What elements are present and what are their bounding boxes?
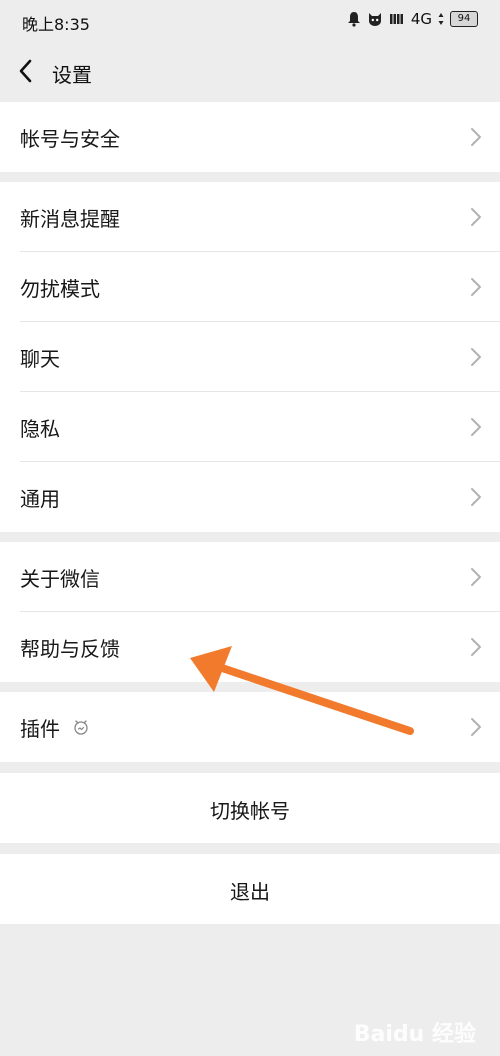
chevron-right-icon (471, 568, 481, 586)
status-time: 晚上8:35 (22, 15, 90, 34)
settings-item-label: 通用 (20, 487, 60, 511)
chevron-right-icon (471, 278, 481, 296)
network-type: 4G (410, 10, 432, 28)
chevron-left-icon[interactable] (14, 57, 36, 85)
settings-item-label: 关于微信 (20, 567, 100, 591)
settings-item-help-feedback[interactable]: 帮助与反馈 (0, 612, 500, 682)
chevron-right-icon (471, 718, 481, 736)
settings-item-label: 勿扰模式 (20, 277, 100, 301)
watermark-text: Baidu 经验 (353, 1022, 476, 1047)
settings-item-plugins[interactable]: 插件 (0, 692, 500, 762)
settings-item-general[interactable]: 通用 (0, 462, 500, 532)
settings-group-general: 新消息提醒 勿扰模式 聊天 隐私 通用 (0, 182, 500, 532)
settings-item-label: 隐私 (20, 417, 60, 441)
settings-item-label: 新消息提醒 (20, 207, 120, 231)
chevron-right-icon (471, 418, 481, 436)
settings-item-new-message-alerts[interactable]: 新消息提醒 (0, 182, 500, 252)
chevron-right-icon (471, 128, 481, 146)
settings-group-plugins: 插件 (0, 692, 500, 762)
data-arrows-icon (438, 13, 444, 25)
settings-group-about: 关于微信 帮助与反馈 (0, 542, 500, 682)
status-icons: 4G 94 (347, 10, 478, 28)
settings-item-label: 帐号与安全 (20, 127, 120, 151)
logout-label: 退出 (230, 880, 270, 904)
chevron-right-icon (471, 488, 481, 506)
switch-account-label: 切换帐号 (210, 799, 290, 823)
settings-item-label: 帮助与反馈 (20, 637, 120, 661)
switch-account-button[interactable]: 切换帐号 (0, 773, 500, 843)
chevron-right-icon (471, 638, 481, 656)
settings-item-chat[interactable]: 聊天 (0, 322, 500, 392)
status-bar: 晚上8:35 4G 94 (0, 0, 500, 44)
notification-bell-icon (347, 12, 360, 27)
settings-item-account-security[interactable]: 帐号与安全 (0, 102, 500, 172)
cat-icon (368, 13, 381, 26)
page-title: 设置 (52, 63, 92, 87)
settings-item-label: 插件 (20, 717, 60, 741)
settings-item-do-not-disturb[interactable]: 勿扰模式 (0, 252, 500, 322)
plugin-face-icon (74, 720, 88, 735)
settings-item-privacy[interactable]: 隐私 (0, 392, 500, 462)
settings-group-account: 帐号与安全 (0, 102, 500, 172)
logout-section: 退出 (0, 854, 500, 924)
chevron-right-icon (471, 208, 481, 226)
chevron-right-icon (471, 348, 481, 366)
battery-indicator: 94 (450, 11, 478, 27)
baidu-watermark: Baidu 经验 (346, 1016, 476, 1048)
settings-item-label: 聊天 (20, 347, 60, 371)
settings-item-about-wechat[interactable]: 关于微信 (0, 542, 500, 612)
switch-account-section: 切换帐号 (0, 773, 500, 843)
navigation-bar: 设置 (0, 44, 500, 102)
signal-bars-icon (389, 14, 403, 24)
logout-button[interactable]: 退出 (0, 854, 500, 924)
